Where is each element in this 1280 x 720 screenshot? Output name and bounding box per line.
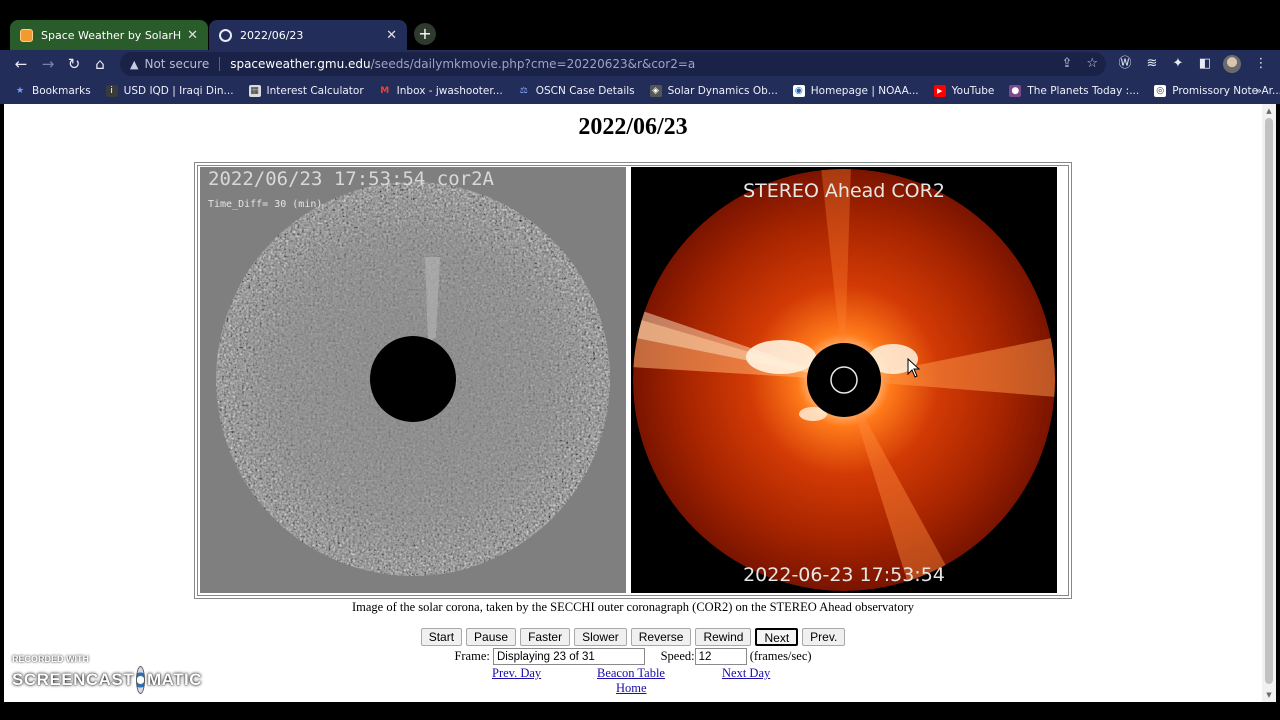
- youtube-icon: ▶: [933, 85, 946, 97]
- next-day-link[interactable]: Next Day: [722, 666, 770, 681]
- more-bookmarks-chevron-icon[interactable]: »: [1255, 84, 1262, 97]
- extension-wave-icon[interactable]: ≋: [1142, 54, 1162, 74]
- browser-toolbar: ← → ↻ ⌂ ▲ Not secure spaceweather.gmu.ed…: [0, 50, 1280, 78]
- bookmark-star-icon[interactable]: ☆: [1086, 56, 1098, 71]
- right-image-timestamp: 2022-06-23 17:53:54: [743, 564, 945, 586]
- watermark-right-text: MATIC: [146, 670, 202, 689]
- site-icon: ◉: [792, 85, 805, 97]
- site-icon: ◈: [649, 85, 662, 97]
- slower-button[interactable]: Slower: [574, 628, 627, 646]
- prev-button[interactable]: Prev.: [802, 628, 846, 646]
- right-image-label: STEREO Ahead COR2: [743, 180, 945, 202]
- profile-avatar[interactable]: [1223, 55, 1241, 73]
- coronagraph-image-graphic: STEREO Ahead COR2 2022-06-23 17:53:54: [631, 167, 1057, 593]
- globe-icon: [219, 28, 232, 42]
- start-button[interactable]: Start: [420, 628, 463, 646]
- scroll-up-arrow-icon[interactable]: ▲: [1265, 107, 1273, 115]
- left-image-timestamp: 2022/06/23 17:53:54 cor2A: [208, 168, 495, 190]
- difference-image-graphic: 2022/06/23 17:53:54 cor2A Time_Diff= 30 …: [200, 167, 626, 593]
- back-arrow-icon[interactable]: ←: [11, 54, 31, 74]
- prev-day-link[interactable]: Prev. Day: [492, 666, 541, 681]
- url-host: spaceweather.gmu.edu: [230, 57, 371, 71]
- bookmarks-bar: ★ Bookmarks i USD IQD | Iraqi Din... ▦ Inte…: [0, 78, 1280, 104]
- screencast-logo-icon: [136, 666, 145, 694]
- bookmark-item[interactable]: i USD IQD | Iraqi Din...: [105, 85, 234, 97]
- gmail-icon: M: [380, 86, 390, 96]
- divider: [219, 57, 221, 71]
- address-bar[interactable]: ▲ Not secure spaceweather.gmu.edu/seeds/…: [120, 52, 1106, 76]
- cor2a-difference-image: 2022/06/23 17:53:54 cor2A Time_Diff= 30 …: [200, 167, 626, 593]
- url-path: /seeds/dailymkmovie.php?cme=20220623&r&c…: [370, 57, 696, 71]
- tab-solarham[interactable]: Space Weather by SolarHam ✕: [10, 20, 208, 50]
- extension-w-icon[interactable]: Ⓦ: [1115, 54, 1135, 74]
- screencast-watermark: RECORDED WITH SCREENCAST MATIC: [12, 654, 202, 698]
- bookmark-item[interactable]: ● The Planets Today :...: [1009, 85, 1139, 97]
- tab-title: Space Weather by SolarHam: [41, 28, 182, 42]
- frame-label: Frame:: [454, 649, 490, 663]
- warning-triangle-icon: ▲: [130, 57, 139, 71]
- extensions-puzzle-icon[interactable]: ✦: [1168, 54, 1188, 74]
- cor2-coronagraph-image: STEREO Ahead COR2 2022-06-23 17:53:54: [631, 167, 1057, 593]
- site-icon: i: [105, 85, 118, 97]
- bookmark-item[interactable]: M Inbox - jwashooter...: [379, 85, 503, 97]
- image-caption: Image of the solar corona, taken by the …: [351, 600, 914, 614]
- speed-label: Speed:: [660, 649, 695, 663]
- calculator-icon: ▦: [248, 85, 261, 97]
- left-image-timediff: Time_Diff= 30 (min): [208, 199, 322, 210]
- new-tab-plus-icon[interactable]: +: [414, 23, 436, 45]
- image-frame: 2022/06/23 17:53:54 cor2A Time_Diff= 30 …: [194, 162, 1072, 599]
- watermark-left-text: SCREENCAST: [12, 670, 135, 689]
- not-secure-label: Not secure: [144, 57, 210, 71]
- frame-field[interactable]: [492, 648, 645, 665]
- site-icon: ⚖: [519, 86, 528, 96]
- tab-current-page[interactable]: 2022/06/23 ✕: [209, 20, 407, 50]
- pause-button[interactable]: Pause: [466, 628, 517, 646]
- next-button[interactable]: Next: [755, 628, 799, 646]
- bookmark-item[interactable]: ▶ YouTube: [933, 85, 994, 97]
- menu-kebab-icon[interactable]: ⋮: [1251, 54, 1271, 74]
- bookmark-item[interactable]: ◉ Homepage | NOAA...: [792, 85, 919, 97]
- bookmark-item[interactable]: ▦ Interest Calculator: [248, 85, 364, 97]
- bookmark-item[interactable]: ★ Bookmarks: [14, 85, 91, 97]
- playback-controls: Start Pause Faster Slower Reverse Rewind…: [4, 628, 1262, 646]
- site-icon: ●: [1009, 85, 1022, 97]
- speed-unit: (frames/sec): [749, 649, 812, 663]
- omnibox-actions: ⇪ ☆: [1061, 56, 1098, 71]
- rewind-button[interactable]: Rewind: [695, 628, 752, 646]
- bookmark-item[interactable]: ⚖ OSCN Case Details: [518, 85, 635, 97]
- speed-field[interactable]: [694, 648, 747, 665]
- close-icon[interactable]: ✕: [386, 28, 397, 43]
- reverse-button[interactable]: Reverse: [630, 628, 692, 646]
- page-title: 2022/06/23: [578, 114, 688, 140]
- tab-strip: Space Weather by SolarHam ✕ 2022/06/23 ✕…: [0, 0, 1280, 50]
- side-panel-icon[interactable]: ◧: [1195, 54, 1215, 74]
- close-icon[interactable]: ✕: [187, 28, 198, 43]
- star-icon: ★: [15, 86, 25, 96]
- reload-icon[interactable]: ↻: [64, 54, 84, 74]
- scroll-down-arrow-icon[interactable]: ▼: [1265, 691, 1273, 699]
- tab-title: 2022/06/23: [240, 28, 304, 42]
- faster-button[interactable]: Faster: [520, 628, 571, 646]
- web-page: 2022/06/23 2022/06/23 17:53:54 cor2A Tim…: [4, 104, 1262, 702]
- bookmark-item[interactable]: ◈ Solar Dynamics Ob...: [649, 85, 778, 97]
- share-icon[interactable]: ⇪: [1061, 56, 1072, 71]
- site-icon: ◎: [1154, 85, 1167, 97]
- home-link[interactable]: Home: [616, 681, 647, 696]
- screen-edge: [1276, 104, 1280, 720]
- scrollbar-thumb[interactable]: [1265, 118, 1273, 684]
- forward-arrow-icon[interactable]: →: [38, 54, 58, 74]
- watermark-logo-row: SCREENCAST MATIC: [12, 666, 202, 694]
- solarham-favicon-icon: [20, 28, 33, 42]
- screen-edge: [0, 702, 1280, 720]
- beacon-table-link[interactable]: Beacon Table: [597, 666, 665, 681]
- watermark-top-text: RECORDED WITH: [12, 654, 89, 664]
- home-icon[interactable]: ⌂: [90, 54, 110, 74]
- page-scrollbar[interactable]: ▲ ▼: [1262, 104, 1276, 702]
